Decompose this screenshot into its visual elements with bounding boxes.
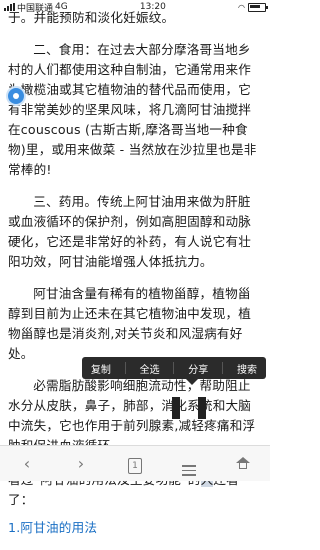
copy-button[interactable]: 复制: [87, 361, 115, 376]
menu-divider: [173, 362, 175, 374]
article-paragraph: 必需脂肪酸影响细胞流动性，帮助阻止水分从皮肤，鼻子，肺部，消化系统和大脑中流失，…: [8, 378, 256, 453]
search-button[interactable]: 搜索: [233, 361, 261, 376]
tab-count: 1: [128, 458, 142, 474]
article-paragraph: 三、药用。传统上阿甘油用来做为肝脏或血液循环的保护剂，例如高胆固醇和动脉硬化，它…: [8, 194, 252, 269]
selection-handle-right[interactable]: [198, 397, 206, 419]
menu-divider: [124, 362, 126, 374]
home-icon[interactable]: [228, 454, 258, 473]
tabs-button[interactable]: 1: [120, 453, 150, 474]
back-icon[interactable]: ‹: [12, 454, 42, 473]
article-paragraph: 于。并能预防和淡化妊娠纹。: [8, 10, 175, 25]
selection-handle-left[interactable]: [172, 397, 180, 419]
related-link[interactable]: 阿甘油的用法: [20, 520, 97, 535]
floating-assist-button[interactable]: [6, 86, 26, 106]
article-paragraph: 阿甘油含量有稀有的植物甾醇，植物甾醇到目前为止还未在其它植物油中发现，植物甾醇也…: [8, 286, 252, 361]
share-button[interactable]: 分享: [184, 361, 212, 376]
text-context-menu: 复制 全选 分享 搜索: [82, 357, 266, 379]
menu-divider: [222, 362, 224, 374]
related-link-row: 1.阿甘油的用法: [8, 518, 263, 538]
browser-bottom-nav: ‹ › 1: [0, 445, 270, 481]
link-index: 1.: [8, 520, 21, 535]
context-menu-pointer: [186, 379, 198, 385]
forward-icon[interactable]: ›: [66, 454, 96, 473]
menu-icon[interactable]: [174, 452, 204, 476]
select-all-button[interactable]: 全选: [136, 361, 164, 376]
article-paragraph: 二、食用：在过去大部分摩洛哥当地乡村的人们都使用这种自制油，它通常用来作为橄榄油…: [8, 42, 257, 177]
